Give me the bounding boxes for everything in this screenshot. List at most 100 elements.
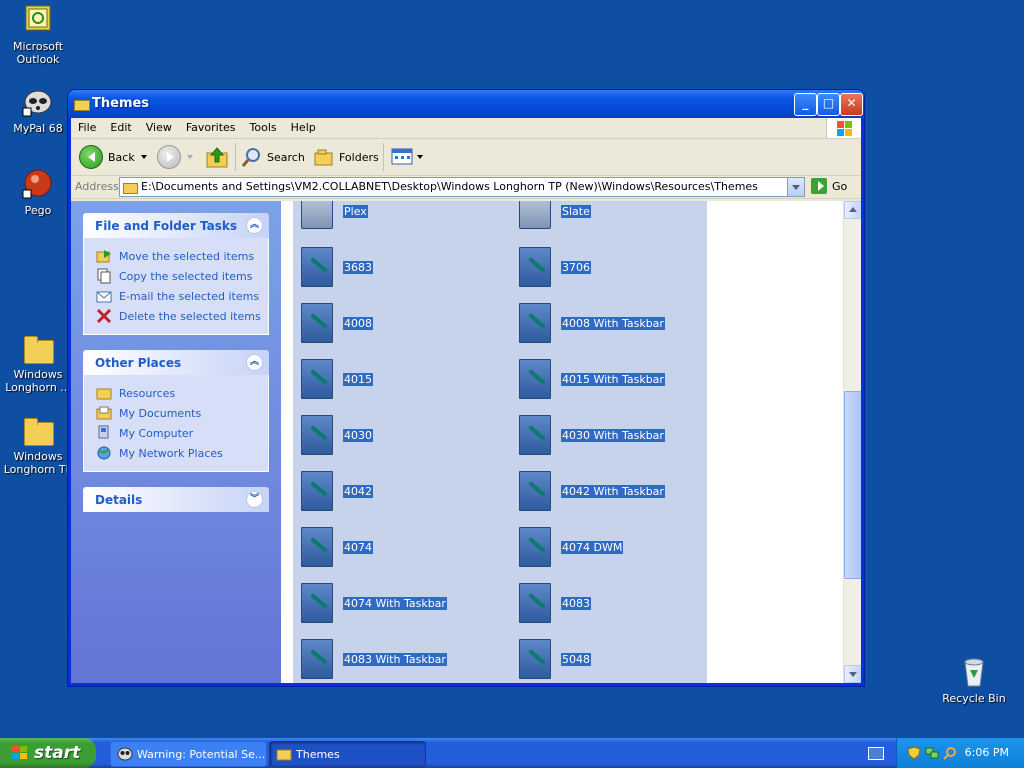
search-tray-icon[interactable]	[943, 746, 957, 760]
file-item[interactable]: 4074 With Taskbar	[299, 579, 447, 627]
views-button[interactable]	[391, 145, 423, 169]
panel-header[interactable]: File and Folder Tasks ︽	[83, 213, 269, 238]
task-move-items[interactable]: Move the selected items	[96, 246, 268, 266]
maximize-button[interactable]: □	[817, 93, 840, 116]
file-item[interactable]: 4008	[299, 299, 373, 347]
menu-view[interactable]: View	[139, 118, 179, 134]
file-item[interactable]: 3683	[299, 243, 373, 291]
back-button[interactable]: Back	[79, 145, 147, 169]
menu-help[interactable]: Help	[284, 118, 323, 134]
computer-icon	[96, 425, 112, 441]
panel-header[interactable]: Other Places ︽	[83, 350, 269, 375]
desktop-icon-recycle-bin[interactable]: Recycle Bin	[936, 656, 1012, 705]
file-item[interactable]: 4074	[299, 523, 373, 571]
windows-flag-icon	[12, 746, 28, 760]
expand-icon[interactable]: ︾	[246, 491, 263, 508]
folder-icon	[123, 181, 138, 194]
go-arrow-icon	[811, 178, 827, 194]
desktop-icon-pego[interactable]: Pego	[0, 168, 76, 217]
address-input[interactable]: E:\Documents and Settings\VM2.COLLABNET\…	[119, 177, 805, 197]
desktop-icon-longhorn-1[interactable]: Windows Longhorn ...	[0, 332, 76, 394]
scroll-up-button[interactable]	[844, 201, 861, 219]
desktop-icon-outlook[interactable]: Microsoft Outlook	[0, 4, 76, 66]
go-label: Go	[832, 179, 848, 193]
keyboard-icon[interactable]	[868, 747, 884, 760]
theme-file-icon	[299, 413, 337, 457]
file-item[interactable]: 4030	[299, 411, 373, 459]
file-name: 3683	[343, 260, 373, 274]
task-copy-items[interactable]: Copy the selected items	[96, 266, 268, 286]
file-item[interactable]: 4083	[517, 579, 591, 627]
file-item[interactable]: 4008 With Taskbar	[517, 299, 665, 347]
file-item[interactable]: 3706	[517, 243, 591, 291]
folder-icon	[22, 332, 54, 364]
menu-favorites[interactable]: Favorites	[179, 118, 243, 134]
menu-edit[interactable]: Edit	[103, 118, 138, 134]
folders-button[interactable]: Folders	[313, 145, 379, 169]
panel-header[interactable]: Details ︾	[83, 487, 269, 512]
file-item[interactable]: 4030 With Taskbar	[517, 411, 665, 459]
address-bar: Address E:\Documents and Settings\VM2.CO…	[71, 176, 861, 199]
place-my-documents[interactable]: My Documents	[96, 403, 268, 423]
raccoon-icon	[22, 86, 54, 118]
task-delete-items[interactable]: Delete the selected items	[96, 306, 268, 326]
file-name: 4015	[343, 372, 373, 386]
place-my-network-places[interactable]: My Network Places	[96, 443, 268, 463]
taskbar-item-themes[interactable]: Themes	[269, 741, 426, 767]
pego-icon	[22, 168, 54, 200]
desktop-icon-label: MyPal 68	[13, 122, 63, 135]
file-item[interactable]: Slate	[517, 201, 591, 235]
search-button[interactable]: Search	[241, 145, 305, 169]
start-label: start	[34, 743, 81, 763]
file-name: 4030	[343, 428, 373, 442]
vertical-scrollbar[interactable]	[843, 201, 861, 683]
toolbar-separator	[383, 143, 384, 171]
file-item[interactable]: 4015 With Taskbar	[517, 355, 665, 403]
views-icon	[391, 148, 413, 165]
file-name: 4074 DWM	[561, 540, 624, 554]
chevron-down-icon[interactable]	[140, 155, 147, 159]
file-item[interactable]: 4042 With Taskbar	[517, 467, 665, 515]
toolbar-separator	[235, 143, 236, 171]
file-item[interactable]: 5048	[517, 635, 591, 683]
theme-file-icon	[299, 245, 337, 289]
security-shield-icon[interactable]	[907, 746, 921, 760]
clock[interactable]: 6:06 PM	[965, 746, 1009, 759]
menu-file[interactable]: File	[71, 118, 103, 134]
close-button[interactable]: ✕	[840, 93, 863, 116]
collapse-icon[interactable]: ︽	[246, 217, 263, 234]
folder-icon	[299, 201, 337, 233]
title-bar[interactable]: Themes _ □ ✕	[68, 90, 864, 118]
theme-file-icon	[517, 469, 555, 513]
file-item[interactable]: Plex	[299, 201, 368, 235]
collapse-icon[interactable]: ︽	[246, 354, 263, 371]
scroll-down-button[interactable]	[844, 665, 861, 683]
start-button[interactable]: start	[0, 738, 96, 768]
file-item[interactable]: 4074 DWM	[517, 523, 624, 571]
scroll-thumb[interactable]	[844, 391, 861, 579]
go-button[interactable]: Go	[811, 177, 847, 195]
task-email-items[interactable]: E-mail the selected items	[96, 286, 268, 306]
back-label: Back	[108, 150, 135, 164]
window-title: Themes	[92, 96, 150, 111]
desktop-icon-mypal[interactable]: MyPal 68	[0, 86, 76, 135]
place-my-computer[interactable]: My Computer	[96, 423, 268, 443]
desktop-icon-longhorn-2[interactable]: Windows Longhorn TP	[0, 414, 76, 476]
file-name: Slate	[561, 204, 591, 218]
menu-tools[interactable]: Tools	[243, 118, 284, 134]
taskbar-item-warning[interactable]: Warning: Potential Se...	[110, 741, 267, 767]
file-item[interactable]: 4015	[299, 355, 373, 403]
chevron-down-icon[interactable]	[187, 155, 193, 159]
file-item[interactable]: 4083 With Taskbar	[299, 635, 447, 683]
file-name: 4015 With Taskbar	[561, 372, 665, 386]
file-item[interactable]: 4042	[299, 467, 373, 515]
panel-title: File and Folder Tasks	[95, 219, 238, 233]
up-button[interactable]	[205, 145, 229, 169]
minimize-button[interactable]: _	[794, 93, 817, 116]
network-icon[interactable]	[925, 746, 939, 760]
address-dropdown-button[interactable]	[787, 178, 804, 196]
place-resources[interactable]: Resources	[96, 383, 268, 403]
menu-bar: File Edit View Favorites Tools Help	[71, 118, 861, 139]
forward-arrow-icon	[157, 145, 181, 169]
forward-button[interactable]	[157, 145, 193, 169]
